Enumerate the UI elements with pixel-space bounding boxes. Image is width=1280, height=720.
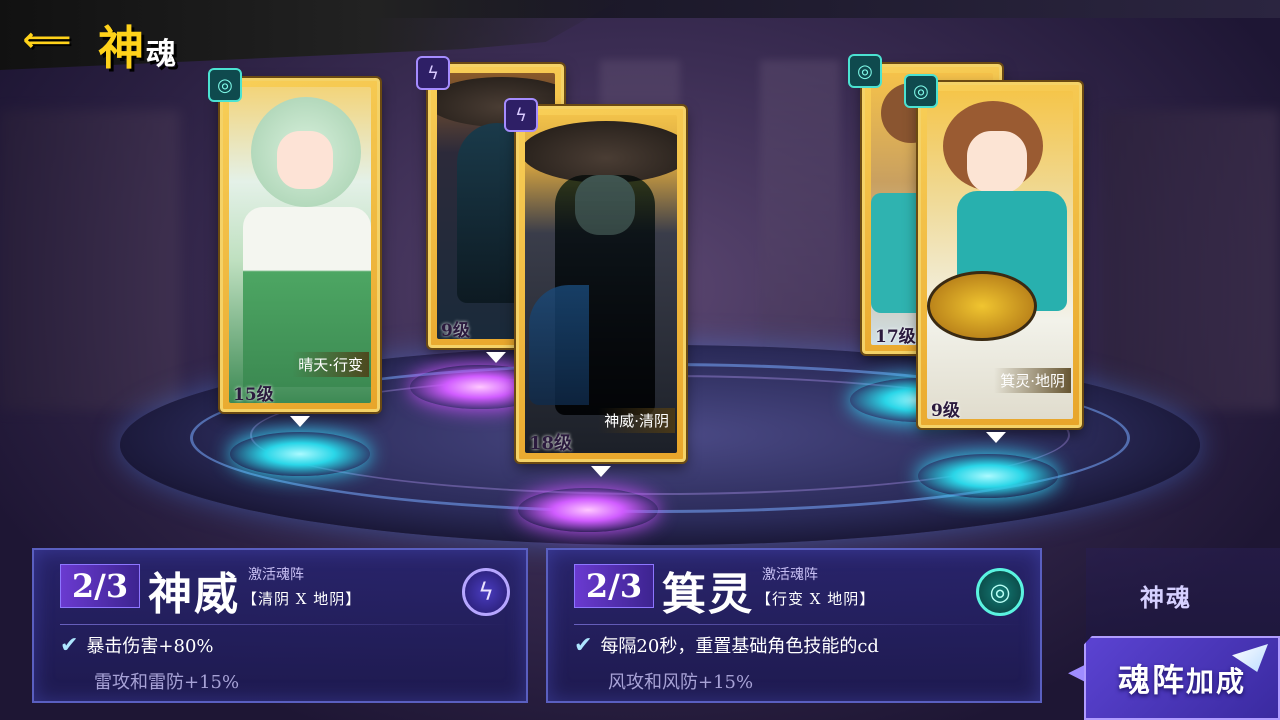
card-pointer [986,432,1006,443]
title-main: 神 [98,21,146,75]
formation-effect-inactive: 雷攻和雷防+15% [94,672,240,693]
hero-fan [927,271,1037,341]
formation-panel-shenwei: 2/3 神威 激活魂阵 【清阴 X 地阴】 ϟ ✔ 暴击伤害+80% 雷攻和雷防… [32,548,528,703]
formation-name: 神威 [148,569,240,620]
lightning-icon: ϟ [416,56,450,90]
check-icon: ✔ [60,632,79,658]
divider [60,624,510,625]
tab-shenhun[interactable]: 神魂 [1140,578,1192,613]
formation-activate-label: 激活魂阵 [762,567,818,583]
hero-name: 箕灵·地阴 [994,368,1071,393]
formation-count: 2/3 [574,564,654,608]
background-pillar [1100,110,1280,410]
hero-level: 18级 [529,433,573,454]
effect-text: 每隔20秒，重置基础角色技能的cd [600,636,879,657]
check-icon: ✔ [574,632,593,658]
effect-text: 暴击伤害+80% [86,636,214,657]
formation-activate-label: 激活魂阵 [248,567,304,583]
hero-card[interactable]: 晴天·行变 15级 [220,78,380,412]
formation-effect-active: ✔ 暴击伤害+80% [60,632,214,658]
hero-portrait [525,115,677,453]
spiral-icon: ◎ [904,74,938,108]
formation-name: 箕灵 [662,569,754,620]
formation-effect-inactive: 风攻和风防+15% [608,672,754,693]
hero-face [967,131,1027,193]
lightning-icon: ϟ [504,98,538,132]
background-pillar [0,110,180,410]
divider [574,624,1024,625]
formation-bonus-label: 魂阵加成 [1117,661,1247,699]
hero-face [277,131,333,189]
straw-hat [525,121,677,183]
hero-name: 晴天·行变 [292,352,369,377]
chevron-left-icon: ◀ [1068,660,1085,685]
hero-level: 15级 [233,385,274,405]
slot-node-cyan[interactable] [230,432,370,476]
formation-members: 【清阴 X 地阴】 [242,590,362,608]
header: ⟸ 神魂 [0,0,1280,90]
spiral-icon: ◎ [848,54,882,88]
card-pointer [290,416,310,427]
hero-level: 9级 [441,321,470,341]
back-arrow-icon[interactable]: ⟸ [12,20,82,60]
spiral-icon: ◎ [208,68,242,102]
spiral-icon: ◎ [976,568,1024,616]
card-pointer [591,466,611,477]
hero-level: 17级 [875,327,916,347]
formation-count: 2/3 [60,564,140,608]
hero-card[interactable]: 神威·清阴 18级 [516,106,686,462]
card-pointer [486,352,506,363]
formation-bonus-button[interactable]: 魂阵加成 [1084,636,1280,720]
formation-panel-jiling: 2/3 箕灵 激活魂阵 【行变 X 地阴】 ◎ ✔ 每隔20秒，重置基础角色技能… [546,548,1042,703]
formation-members: 【行变 X 地阴】 [756,590,876,608]
lightning-icon: ϟ [462,568,510,616]
title-sub: 魂 [146,37,178,72]
formation-effect-active: ✔ 每隔20秒，重置基础角色技能的cd [574,632,879,658]
hero-name: 神威·清阴 [598,408,675,433]
header-band [0,0,620,70]
slot-node-cyan[interactable] [918,454,1058,498]
page-title: 神魂 [98,12,178,78]
hero-wing [529,285,589,405]
hero-level: 9级 [931,401,960,421]
slot-node-purple[interactable] [518,488,658,532]
hero-card[interactable]: 箕灵·地阴 9级 [918,82,1082,428]
